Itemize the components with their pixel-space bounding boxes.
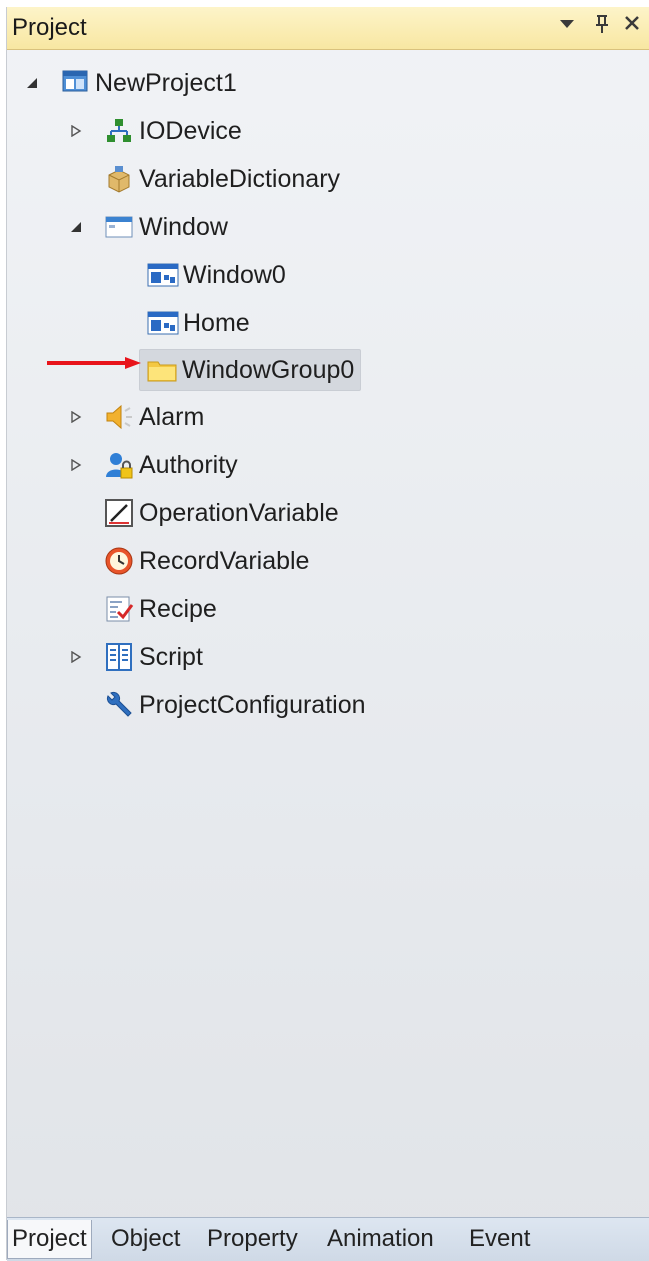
expanded-arrow-icon[interactable]: [25, 76, 39, 90]
close-icon[interactable]: [622, 13, 642, 39]
pin-icon[interactable]: [592, 13, 612, 41]
collapsed-arrow-icon[interactable]: [69, 650, 83, 664]
tree-item-recordvariable[interactable]: RecordVariable: [103, 541, 309, 581]
tree-item-label: IODevice: [139, 116, 242, 145]
alarm-speaker-icon: [103, 401, 135, 433]
tree-item-authority[interactable]: Authority: [69, 445, 238, 485]
panel-title-bar: Project: [7, 7, 649, 50]
annotation-arrow: [47, 357, 141, 369]
tree-item-label: ProjectConfiguration: [139, 690, 366, 719]
project-tree: NewProject1 IODevice VariableDictionary …: [7, 49, 649, 1209]
panel-tab-bar: Project Object Property Animation Event: [7, 1217, 649, 1261]
tab-event[interactable]: Event: [465, 1220, 534, 1258]
collapsed-arrow-icon[interactable]: [69, 124, 83, 138]
tree-item-label: Alarm: [139, 402, 205, 431]
package-icon: [103, 163, 135, 195]
tree-item-alarm[interactable]: Alarm: [69, 397, 204, 437]
tree-item-label: RecordVariable: [139, 546, 310, 575]
tree-item-windowgroup0[interactable]: WindowGroup0: [139, 349, 362, 391]
project-icon: [59, 67, 91, 99]
tree-item-window0[interactable]: Window0: [147, 255, 286, 295]
tree-root-newproject1[interactable]: NewProject1: [25, 63, 237, 103]
dropdown-icon[interactable]: [557, 13, 577, 39]
tab-property[interactable]: Property: [203, 1220, 302, 1258]
tree-item-label: Window: [139, 212, 228, 241]
tree-item-recipe[interactable]: Recipe: [103, 589, 217, 629]
tree-item-script[interactable]: Script: [69, 637, 203, 677]
script-book-icon: [103, 641, 135, 673]
tree-item-label: WindowGroup0: [182, 355, 355, 384]
window-icon: [103, 211, 135, 243]
network-icon: [103, 115, 135, 147]
tree-item-label: Recipe: [139, 594, 217, 623]
tree-item-iodevice[interactable]: IODevice: [69, 111, 242, 151]
tree-item-label: Script: [139, 642, 203, 671]
tree-item-label: NewProject1: [95, 68, 237, 97]
tree-item-label: VariableDictionary: [139, 164, 341, 193]
tab-animation[interactable]: Animation: [323, 1220, 438, 1258]
window-screen-icon: [147, 259, 179, 291]
tree-item-label: OperationVariable: [139, 498, 339, 527]
collapsed-arrow-icon[interactable]: [69, 458, 83, 472]
tree-item-window[interactable]: Window: [69, 207, 228, 247]
tree-item-label: Window0: [183, 260, 286, 289]
tree-item-projectconfiguration[interactable]: ProjectConfiguration: [103, 685, 366, 725]
tree-item-variabledictionary[interactable]: VariableDictionary: [103, 159, 340, 199]
clock-record-icon: [103, 545, 135, 577]
wrench-icon: [103, 689, 135, 721]
tree-item-operationvariable[interactable]: OperationVariable: [103, 493, 339, 533]
window-screen-icon: [147, 307, 179, 339]
panel-title: Project: [12, 14, 87, 41]
folder-icon: [146, 354, 178, 386]
user-lock-icon: [103, 449, 135, 481]
project-panel: Project NewProject1 IODevice VariableDic…: [6, 7, 649, 1261]
tab-project[interactable]: Project: [7, 1220, 92, 1259]
tree-item-home[interactable]: Home: [147, 303, 250, 343]
tab-object[interactable]: Object: [107, 1220, 184, 1258]
pen-edit-icon: [103, 497, 135, 529]
checklist-icon: [103, 593, 135, 625]
tree-item-label: Home: [183, 308, 250, 337]
collapsed-arrow-icon[interactable]: [69, 410, 83, 424]
tree-item-label: Authority: [139, 450, 238, 479]
expanded-arrow-icon[interactable]: [69, 220, 83, 234]
